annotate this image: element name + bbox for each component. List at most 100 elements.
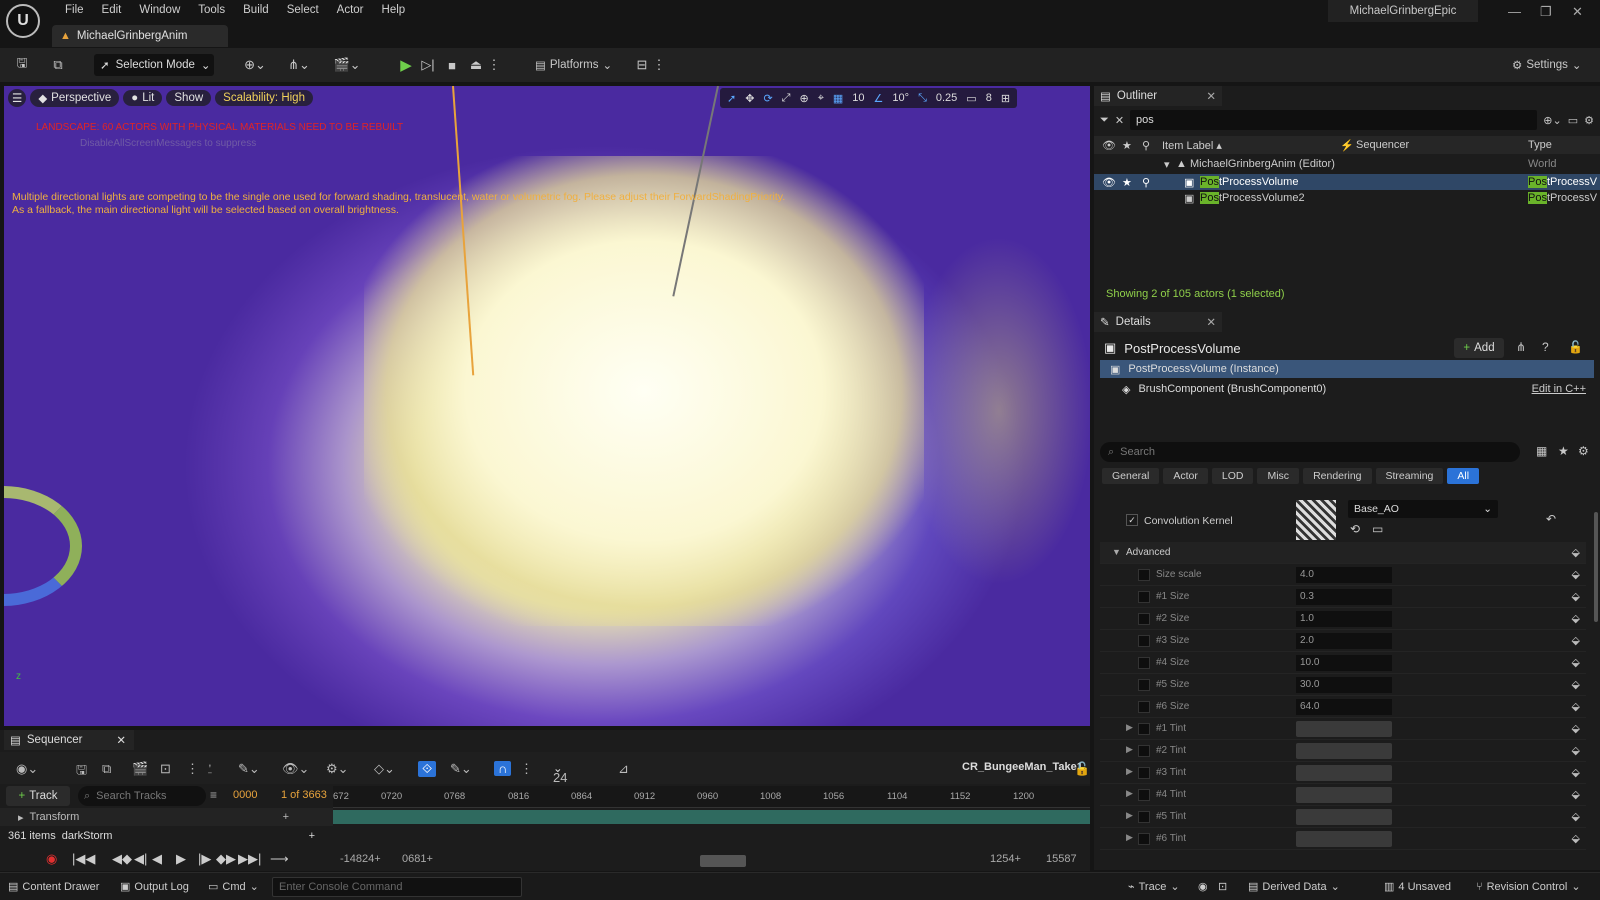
expand-icon[interactable]: ▶	[1126, 766, 1133, 777]
trace-dropdown[interactable]: ⌁ Trace ⌄	[1128, 880, 1180, 894]
filter-rendering[interactable]: Rendering	[1303, 468, 1372, 484]
property-checkbox[interactable]	[1138, 767, 1150, 779]
reset-icon[interactable]: ⬙	[1572, 546, 1580, 559]
play-icon[interactable]: ▶	[396, 54, 416, 76]
surface-snap-icon[interactable]: ⌖	[815, 92, 827, 105]
go-to-end-icon[interactable]: ▶▶|	[238, 851, 261, 867]
move-tool-icon[interactable]: ✥	[742, 92, 757, 105]
browse-icon[interactable]: ▭	[1372, 522, 1383, 536]
go-to-start-icon[interactable]: |◀◀	[72, 851, 95, 867]
property-checkbox[interactable]	[1138, 811, 1150, 823]
unreal-logo-icon[interactable]: U	[6, 4, 40, 38]
details-scrollbar[interactable]	[1594, 512, 1598, 622]
blueprint-icon[interactable]: ⋔	[1516, 340, 1526, 354]
close-icon[interactable]: ✕	[1206, 315, 1216, 329]
lock-icon[interactable]: 🔓	[1074, 761, 1090, 777]
add-key-icon[interactable]: +	[283, 811, 289, 823]
filter-icon[interactable]: ⏷	[1100, 114, 1109, 127]
scale-tool-icon[interactable]: ⤢	[779, 92, 794, 105]
column-sequencer[interactable]: Sequencer	[1356, 139, 1409, 151]
range-start[interactable]: -14824+	[340, 853, 381, 865]
property-value[interactable]: 1.0	[1296, 611, 1392, 627]
menu-file[interactable]: File	[56, 3, 93, 17]
record-status-icon[interactable]: ◉	[1198, 880, 1208, 893]
menu-help[interactable]: Help	[373, 3, 415, 17]
step-back-icon[interactable]: ◀|	[134, 851, 147, 867]
tint-color-swatch[interactable]	[1296, 831, 1392, 847]
reset-icon[interactable]: ↶	[1546, 512, 1556, 526]
level-viewport[interactable]: ☰ ◆ Perspective ● Lit Show Scalability: Hi…	[4, 86, 1090, 726]
reset-icon[interactable]: ⬙	[1572, 568, 1580, 581]
range-end[interactable]: 1254+	[990, 853, 1021, 865]
expand-icon[interactable]: ▶	[1126, 744, 1133, 755]
outliner-row-postprocess2[interactable]: ▣ PostProcessVolume2 PostProcessV	[1094, 190, 1600, 206]
layout-icon[interactable]: ⊞	[998, 92, 1013, 105]
unsaved-button[interactable]: ▥ 4 Unsaved	[1384, 880, 1451, 894]
reset-icon[interactable]: ⬙	[1572, 766, 1580, 779]
select-tool-icon[interactable]: ➚	[724, 92, 739, 105]
rotation-snap-icon[interactable]: ∠	[871, 92, 887, 105]
tint-color-swatch[interactable]	[1296, 743, 1392, 759]
pin-icon[interactable]: ⚲	[1142, 139, 1150, 152]
folder-icon[interactable]: ▭	[1568, 114, 1578, 127]
reset-icon[interactable]: ⬙	[1572, 722, 1580, 735]
star-icon[interactable]: ★	[1558, 444, 1569, 458]
tint-color-swatch[interactable]	[1296, 787, 1392, 803]
edit-icon[interactable]: ✎⌄	[450, 761, 472, 777]
property-checkbox[interactable]	[1138, 635, 1150, 647]
property-value[interactable]: 4.0	[1296, 567, 1392, 583]
range-end-total[interactable]: 15587	[1046, 853, 1077, 865]
edit-in-cpp-link[interactable]: Edit in C++	[1532, 383, 1586, 395]
details-tab[interactable]: ✎ Details ✕	[1094, 312, 1222, 332]
star-icon[interactable]: ★	[1122, 139, 1132, 152]
restore-icon[interactable]: ❐	[1540, 4, 1552, 20]
platforms-dropdown[interactable]: ▤ Platforms ⌄	[535, 54, 612, 76]
fps-dropdown[interactable]: 24 fps ⌄	[553, 761, 570, 800]
property-checkbox[interactable]	[1138, 569, 1150, 581]
cinematics-icon[interactable]: 🎬⌄	[330, 54, 364, 76]
view-icon[interactable]: 👁⌄	[282, 761, 309, 777]
property-checkbox[interactable]	[1138, 613, 1150, 625]
settings-dropdown[interactable]: ⚙ Settings ⌄	[1512, 54, 1582, 76]
expand-icon[interactable]: ▸	[18, 811, 24, 824]
rotate-tool-icon[interactable]: ⟳	[760, 92, 775, 105]
lock-icon[interactable]: 🔓	[1568, 340, 1583, 354]
star-icon[interactable]: ★	[1122, 176, 1132, 189]
blueprint-icon[interactable]: ⋔⌄	[284, 54, 314, 76]
property-checkbox[interactable]	[1138, 657, 1150, 669]
expand-icon[interactable]: ▶	[1126, 722, 1133, 733]
property-checkbox[interactable]	[1138, 701, 1150, 713]
grid-snap-value[interactable]: 10	[849, 92, 867, 104]
advanced-section[interactable]: ▼ Advanced ⬙	[1100, 542, 1586, 564]
play-reverse-icon[interactable]: ◀	[152, 851, 162, 867]
add-icon[interactable]: +	[309, 830, 315, 842]
property-checkbox[interactable]	[1138, 591, 1150, 603]
track-section[interactable]	[333, 810, 1090, 824]
next-key-icon[interactable]: ◆▶	[216, 851, 236, 867]
play-icon[interactable]: ▶	[176, 851, 186, 867]
rotation-snap-value[interactable]: 10°	[889, 92, 912, 104]
visibility-icon[interactable]: 👁	[1102, 139, 1116, 152]
track-row[interactable]: ▸ Transform +	[0, 808, 333, 826]
reset-icon[interactable]: ⬙	[1572, 612, 1580, 625]
outliner-search-input[interactable]: pos	[1130, 110, 1538, 130]
property-value[interactable]: 64.0	[1296, 699, 1392, 715]
add-filter-icon[interactable]: ⊕⌄	[1543, 114, 1561, 127]
loop-icon[interactable]: ⟶	[270, 851, 289, 867]
collapse-icon[interactable]: ▾	[1164, 158, 1170, 171]
prev-key-icon[interactable]: ◀◆	[112, 851, 132, 867]
more-options-icon[interactable]: ⋮	[520, 761, 533, 777]
pin-icon[interactable]: ⚲	[1142, 176, 1150, 189]
filter-all[interactable]: All	[1447, 468, 1480, 484]
close-icon[interactable]: ✕	[1206, 89, 1216, 103]
scalability-button[interactable]: Scalability: High	[215, 90, 313, 106]
browse-icon[interactable]: ⧉	[48, 54, 68, 76]
step-forward-icon[interactable]: |▶	[198, 851, 211, 867]
menu-tools[interactable]: Tools	[189, 3, 234, 17]
hamburger-icon[interactable]: ☰	[8, 89, 27, 107]
property-value[interactable]: 2.0	[1296, 633, 1392, 649]
property-checkbox[interactable]	[1138, 679, 1150, 691]
outliner-row-world[interactable]: ▾ ▲ MichaelGrinbergAnim (Editor) World	[1094, 156, 1600, 172]
use-selected-icon[interactable]: ⟲	[1350, 522, 1360, 536]
reset-icon[interactable]: ⬙	[1572, 656, 1580, 669]
